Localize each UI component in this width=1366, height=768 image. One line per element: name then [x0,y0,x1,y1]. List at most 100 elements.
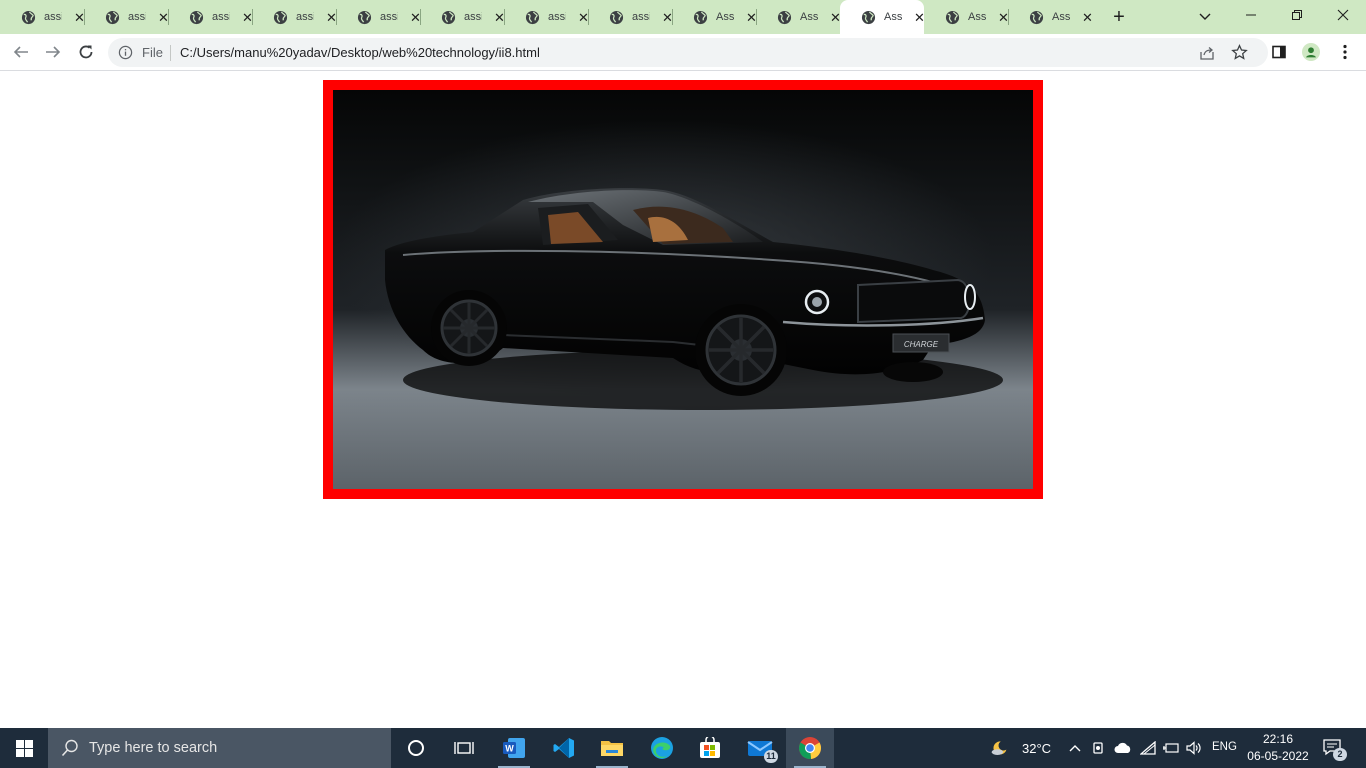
new-tab-button[interactable]: + [1109,7,1129,27]
close-window-button[interactable] [1320,0,1366,30]
plate-text: CHARGE [904,340,939,349]
tab-close-icon[interactable]: ✕ [326,11,337,24]
browser-tab[interactable]: assi ✕ [252,0,337,34]
tab-title: assi [464,11,482,23]
notification-badge: 2 [1333,748,1347,761]
tab-search-chevron-icon[interactable] [1197,8,1213,24]
url-text[interactable]: C:/Users/manu%20yadav/Desktop/web%20tech… [180,45,540,60]
volume-button[interactable] [1185,739,1203,757]
profile-avatar-icon [1302,43,1320,61]
globe-icon [1029,10,1044,24]
vscode-icon [553,738,574,758]
browser-tab[interactable]: assi ✕ [0,0,85,34]
onedrive-button[interactable] [1114,739,1132,757]
tab-close-icon[interactable]: ✕ [410,11,421,24]
browser-toolbar: File C:/Users/manu%20yadav/Desktop/web%2… [0,34,1366,71]
search-icon [61,739,78,757]
tab-close-icon[interactable]: ✕ [74,11,85,24]
scheme-label: File [142,45,163,60]
clock[interactable]: 22:16 06-05-2022 [1244,731,1312,765]
browser-tab[interactable]: assi ✕ [168,0,253,34]
globe-icon [21,10,36,24]
profile-button[interactable] [1302,43,1320,61]
tab-close-icon[interactable]: ✕ [158,11,169,24]
svg-text:W: W [505,744,514,754]
tab-title: assi [296,11,314,23]
weather-button[interactable] [990,739,1008,757]
globe-icon [357,10,372,24]
battery-button[interactable] [1162,739,1180,757]
tab-title: assi [128,11,146,23]
globe-icon [945,10,960,24]
side-panel-button[interactable] [1270,43,1288,61]
browser-tab[interactable]: Ass ✕ [672,0,757,34]
minimize-icon [1246,14,1256,16]
reload-button[interactable] [76,42,96,62]
task-view-button[interactable] [440,728,488,768]
file-explorer-icon [601,741,623,756]
cortana-button[interactable] [392,728,440,768]
edge-icon [651,737,673,759]
browser-tab[interactable]: assi ✕ [588,0,673,34]
taskbar-microsoft-store[interactable] [686,728,734,768]
tab-title: Ass [716,11,734,23]
globe-icon [861,10,876,24]
tab-strip: assi ✕ assi ✕ assi ✕ assi ✕ assi ✕ assi ✕ assi ✕ assi ✕… [0,0,1366,34]
address-bar[interactable]: File C:/Users/manu%20yadav/Desktop/web%2… [108,38,1268,67]
site-info-icon[interactable] [118,45,133,60]
tab-close-icon[interactable]: ✕ [242,11,253,24]
browser-tab[interactable]: Ass ✕ [1008,0,1093,34]
start-button[interactable] [0,728,48,768]
mail-badge: 11 [764,750,778,763]
taskbar-edge[interactable] [638,728,686,768]
bookmark-star-icon[interactable] [1231,44,1248,61]
tab-close-icon[interactable]: ✕ [998,11,1009,24]
action-center-button[interactable]: 2 [1322,738,1347,761]
browser-tab[interactable]: Ass ✕ [840,0,925,34]
tab-close-icon[interactable]: ✕ [578,11,589,24]
restore-button[interactable] [1274,0,1320,30]
search-placeholder: Type here to search [89,740,218,756]
tab-close-icon[interactable]: ✕ [746,11,757,24]
share-icon[interactable] [1199,45,1215,61]
weather-temperature[interactable]: 32°C [1022,741,1051,756]
show-hidden-icons-button[interactable] [1066,739,1084,757]
back-arrow-icon [13,46,28,58]
language-indicator[interactable]: ENG [1212,741,1237,753]
taskbar-vscode[interactable] [540,728,588,768]
back-button[interactable] [11,42,31,62]
globe-icon [189,10,204,24]
forward-button[interactable] [43,42,63,62]
tab-close-icon[interactable]: ✕ [914,11,925,24]
taskbar-file-explorer[interactable] [588,728,636,768]
tab-close-icon[interactable]: ✕ [1082,11,1093,24]
reload-icon [79,45,93,59]
browser-tab[interactable]: assi ✕ [420,0,505,34]
taskbar-mail[interactable]: 11 [736,728,784,768]
clock-time: 22:16 [1262,732,1294,746]
forward-arrow-icon [46,46,61,58]
browser-tab[interactable]: assi ✕ [84,0,169,34]
browser-tab[interactable]: assi ✕ [504,0,589,34]
meet-now-button[interactable] [1090,739,1108,757]
task-view-icon [454,742,474,754]
browser-menu-button[interactable] [1336,43,1354,61]
wifi-button[interactable] [1139,739,1157,757]
taskbar-search-box[interactable]: Type here to search [48,728,391,768]
minimize-button[interactable] [1228,0,1274,30]
browser-tab[interactable]: Ass ✕ [924,0,1009,34]
tab-title: Ass [1052,11,1070,23]
speaker-icon [1186,741,1201,755]
clock-date: 06-05-2022 [1247,749,1309,763]
taskbar-word[interactable]: W [490,728,538,768]
page-content: CHARGE [0,71,1366,728]
tab-close-icon[interactable]: ✕ [494,11,505,24]
cortana-icon [408,740,424,756]
tab-title: Ass [884,11,902,23]
taskbar-chrome[interactable] [786,728,834,768]
tab-close-icon[interactable]: ✕ [662,11,673,24]
tab-close-icon[interactable]: ✕ [830,11,841,24]
browser-tab[interactable]: assi ✕ [336,0,421,34]
browser-tab[interactable]: Ass ✕ [756,0,841,34]
tab-title: assi [548,11,566,23]
